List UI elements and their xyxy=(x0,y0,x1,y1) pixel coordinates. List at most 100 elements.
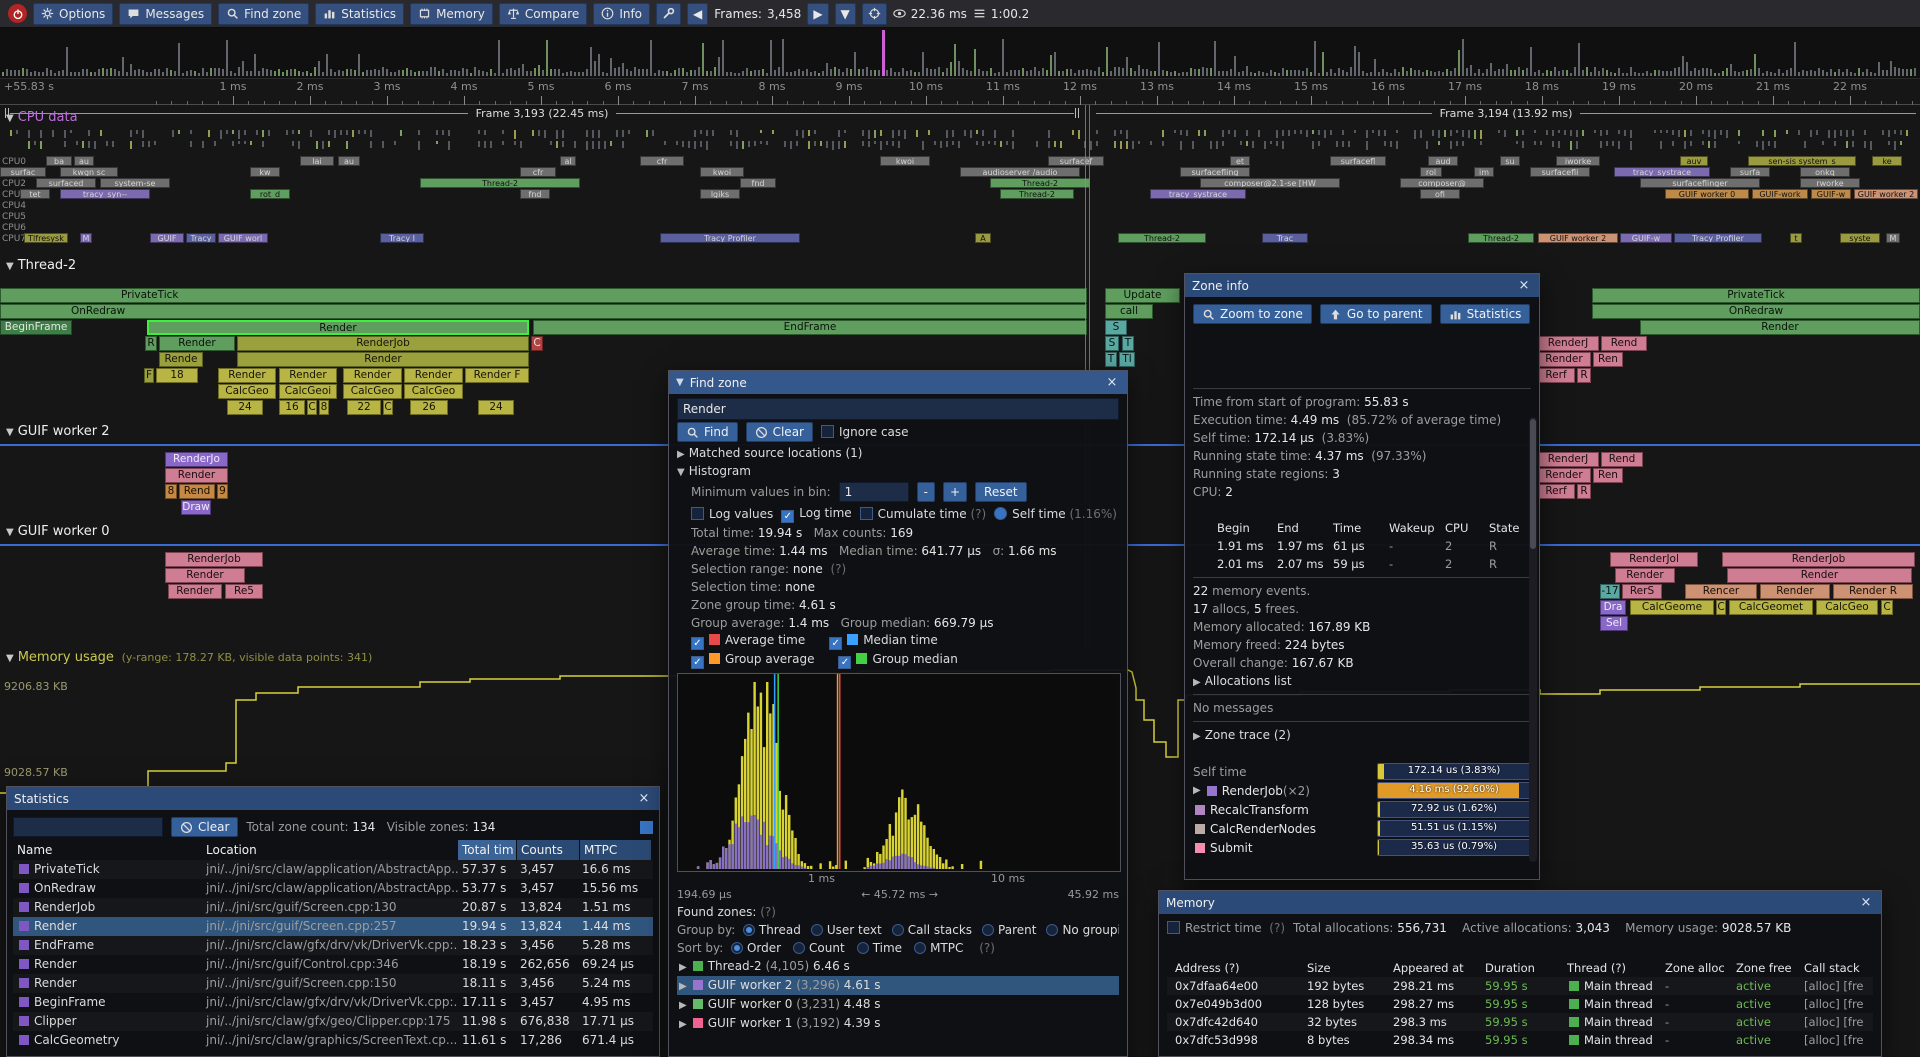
sort-by-mtpc[interactable]: MTPC xyxy=(914,941,963,955)
cpu-zone[interactable]: sen-sis system_s xyxy=(1748,156,1856,166)
cpu-zone[interactable]: surfacefli xyxy=(1530,167,1590,177)
allocation-row[interactable]: 0x7e049b3d00128 bytes298.27 ms59.95 sMai… xyxy=(1167,995,1873,1013)
option-log-time[interactable]: ✓Log time xyxy=(781,506,851,523)
timeline-zone[interactable]: Render F xyxy=(465,368,529,383)
cpu-zone[interactable]: Tlfresysk xyxy=(24,233,68,243)
timeline-zone[interactable]: Update xyxy=(1105,288,1180,303)
close-icon[interactable]: × xyxy=(1858,895,1874,911)
allocations-list-toggle[interactable]: ▶Allocations list xyxy=(1193,672,1531,690)
timeline-zone[interactable]: Render xyxy=(1537,352,1591,367)
section-guif-worker-2[interactable]: ▼GUIF worker 2 xyxy=(6,424,109,439)
cpu-zone[interactable]: tracy_systrace xyxy=(1150,189,1246,199)
table-row[interactable]: Renderjni/../jni/src/guif/Screen.cpp:150… xyxy=(13,974,653,993)
cpu-zone[interactable]: auv xyxy=(1680,156,1708,166)
timeline-zone[interactable]: RenderJob xyxy=(237,336,529,351)
cpu-zone[interactable]: lai xyxy=(300,156,334,166)
table-row[interactable]: PrivateTickjni/../jni/src/claw/applicati… xyxy=(13,860,653,879)
timeline-zone[interactable]: -17 xyxy=(1600,584,1620,599)
cpu-zone[interactable]: surfacefling xyxy=(1180,167,1250,177)
memory-titlebar[interactable]: Memory × xyxy=(1159,891,1881,914)
timeline-zone[interactable]: T xyxy=(1122,336,1134,351)
cpu-zone[interactable]: Thread-2 xyxy=(1118,233,1206,243)
timeline-zone[interactable]: 22 xyxy=(347,400,381,415)
timeline-zone[interactable]: 16 xyxy=(279,400,305,415)
cpu-zone[interactable]: Tracy Profiler xyxy=(1674,233,1762,243)
cpu-zone[interactable]: audioserver /audio xyxy=(960,167,1080,177)
timeline-zone[interactable]: Rende xyxy=(159,352,203,367)
timeline-zone[interactable]: Draw xyxy=(181,500,211,515)
timeline-zone[interactable]: RerS xyxy=(1622,584,1662,599)
sort-by-count[interactable]: Count xyxy=(793,941,845,955)
timeline-zone[interactable]: Re5 xyxy=(225,584,263,599)
cpu-zone[interactable]: t xyxy=(1790,233,1802,243)
cpu-zone[interactable]: et xyxy=(1230,156,1250,166)
cpu-zone[interactable]: GUIF worker 0 xyxy=(1665,189,1749,199)
found-zone-group[interactable]: ▶GUIF worker 1 (3,192) 4.39 s xyxy=(677,1014,1119,1033)
timeline-zone[interactable]: Render xyxy=(1537,468,1591,483)
found-zone-group[interactable]: ▶GUIF worker 0 (3,231) 4.48 s xyxy=(677,995,1119,1014)
section-guif-worker-0[interactable]: ▼GUIF worker 0 xyxy=(6,524,109,539)
timeline-zone[interactable]: CalcGeo xyxy=(404,384,463,399)
timeline-zone[interactable]: T xyxy=(1105,352,1117,367)
legend-group-average[interactable]: ✓Group average xyxy=(691,652,814,669)
cpu-zone[interactable]: GUIF xyxy=(150,233,184,243)
cpu-zone[interactable]: cfr xyxy=(520,167,556,177)
cpu-zone[interactable]: onkq xyxy=(1800,167,1850,177)
ignore-case-checkbox[interactable]: Ignore case xyxy=(821,425,909,439)
timeline-zone[interactable]: OnRedraw xyxy=(0,304,1087,319)
timeline-zone[interactable]: Render xyxy=(165,568,245,583)
cpu-zone[interactable]: Tracy xyxy=(186,233,216,243)
timeline-zone[interactable]: RenderJob xyxy=(165,552,263,567)
timeline-zone[interactable]: RenderJob xyxy=(1722,552,1915,567)
group-by-parent[interactable]: Parent xyxy=(982,923,1036,937)
child-zone-row[interactable]: ▶RenderJob (×2)4.16 ms (92.60%) xyxy=(1193,781,1531,800)
timeline-zone[interactable]: Rend xyxy=(1601,452,1643,467)
cpu-zone[interactable]: tracy_systrace xyxy=(1614,167,1710,177)
timeline-zone[interactable]: R xyxy=(1577,484,1591,499)
found-zone-group[interactable]: ▶GUIF worker 2 (3,296) 4.61 s xyxy=(677,976,1119,995)
cpu-zone[interactable]: lgiks xyxy=(700,189,740,199)
timeline-zone[interactable]: Tl xyxy=(1119,352,1135,367)
cpu-zone[interactable]: ke xyxy=(1872,156,1902,166)
timeline-zone[interactable]: 8 xyxy=(319,400,329,415)
timeline-zone[interactable]: PrivateTick xyxy=(0,288,1087,303)
cpu-zone[interactable]: aud xyxy=(1428,156,1458,166)
histogram-toggle[interactable]: ▼Histogram xyxy=(677,462,1119,480)
cpu-zone[interactable]: surfacefl xyxy=(1330,156,1386,166)
active-allocations-toggle[interactable]: ▼ ♥ Active allocations (3,043) Memory us… xyxy=(1167,939,1873,959)
legend-median-time[interactable]: ✓Median time xyxy=(829,633,938,650)
column-header-name[interactable]: Name xyxy=(13,840,202,860)
timeline-zone[interactable]: Render xyxy=(159,336,235,351)
table-row[interactable]: CalcGeometryjni/../jni/src/claw/graphics… xyxy=(13,1031,653,1050)
cpu-zone[interactable]: im xyxy=(1474,167,1494,177)
cpu-zone[interactable]: Thread-2 xyxy=(1468,233,1534,243)
filter-zones-input[interactable] xyxy=(13,817,163,837)
timeline-zone[interactable]: C xyxy=(1881,600,1893,615)
cpu-zone[interactable]: M xyxy=(1886,233,1900,243)
child-zone-row[interactable]: Self time172.14 us (3.83%) xyxy=(1193,762,1531,781)
reset-button[interactable]: Reset xyxy=(975,482,1027,502)
cpu-zone[interactable]: GUIF worker 2 xyxy=(1854,189,1918,199)
timeline-zone[interactable]: C xyxy=(531,336,543,351)
cpu-zone[interactable]: rworke xyxy=(1800,178,1860,188)
timeline-zone[interactable]: Rend xyxy=(179,484,215,499)
wait-regions-toggle[interactable]: ▼Wait regions ✓Time relative to zone sta… xyxy=(1193,501,1531,519)
statistics-titlebar[interactable]: Statistics × xyxy=(7,787,659,810)
allocation-row[interactable]: 0x7dfaa64e00192 bytes298.21 ms59.95 sMai… xyxy=(1167,977,1873,995)
timeline-zone[interactable]: CalcGeoi xyxy=(279,384,337,399)
cpu-zone[interactable]: composer@ xyxy=(1400,178,1484,188)
statistics-button[interactable]: Statistics xyxy=(1440,304,1531,324)
timeline-zone[interactable]: 26 xyxy=(410,400,448,415)
group-by-thread[interactable]: Thread xyxy=(743,923,801,937)
cpu-zone[interactable]: A xyxy=(975,233,991,243)
timeline-zone[interactable]: Render xyxy=(237,352,529,367)
timeline-zone[interactable]: 24 xyxy=(478,400,514,415)
timeline-zone[interactable]: S xyxy=(1105,336,1119,351)
timeline-zone[interactable]: Rencer xyxy=(1685,584,1757,599)
timeline-zone[interactable]: RenderJ xyxy=(1537,336,1599,351)
table-row[interactable]: Renderjni/../jni/src/guif/Screen.cpp:257… xyxy=(13,917,653,936)
timeline-zone[interactable]: Render R xyxy=(1833,584,1913,599)
timeline-zone[interactable]: Ren xyxy=(1593,352,1623,367)
option-log-values[interactable]: Log values xyxy=(691,507,773,521)
cpu-zone[interactable]: Thread-2 xyxy=(420,178,580,188)
